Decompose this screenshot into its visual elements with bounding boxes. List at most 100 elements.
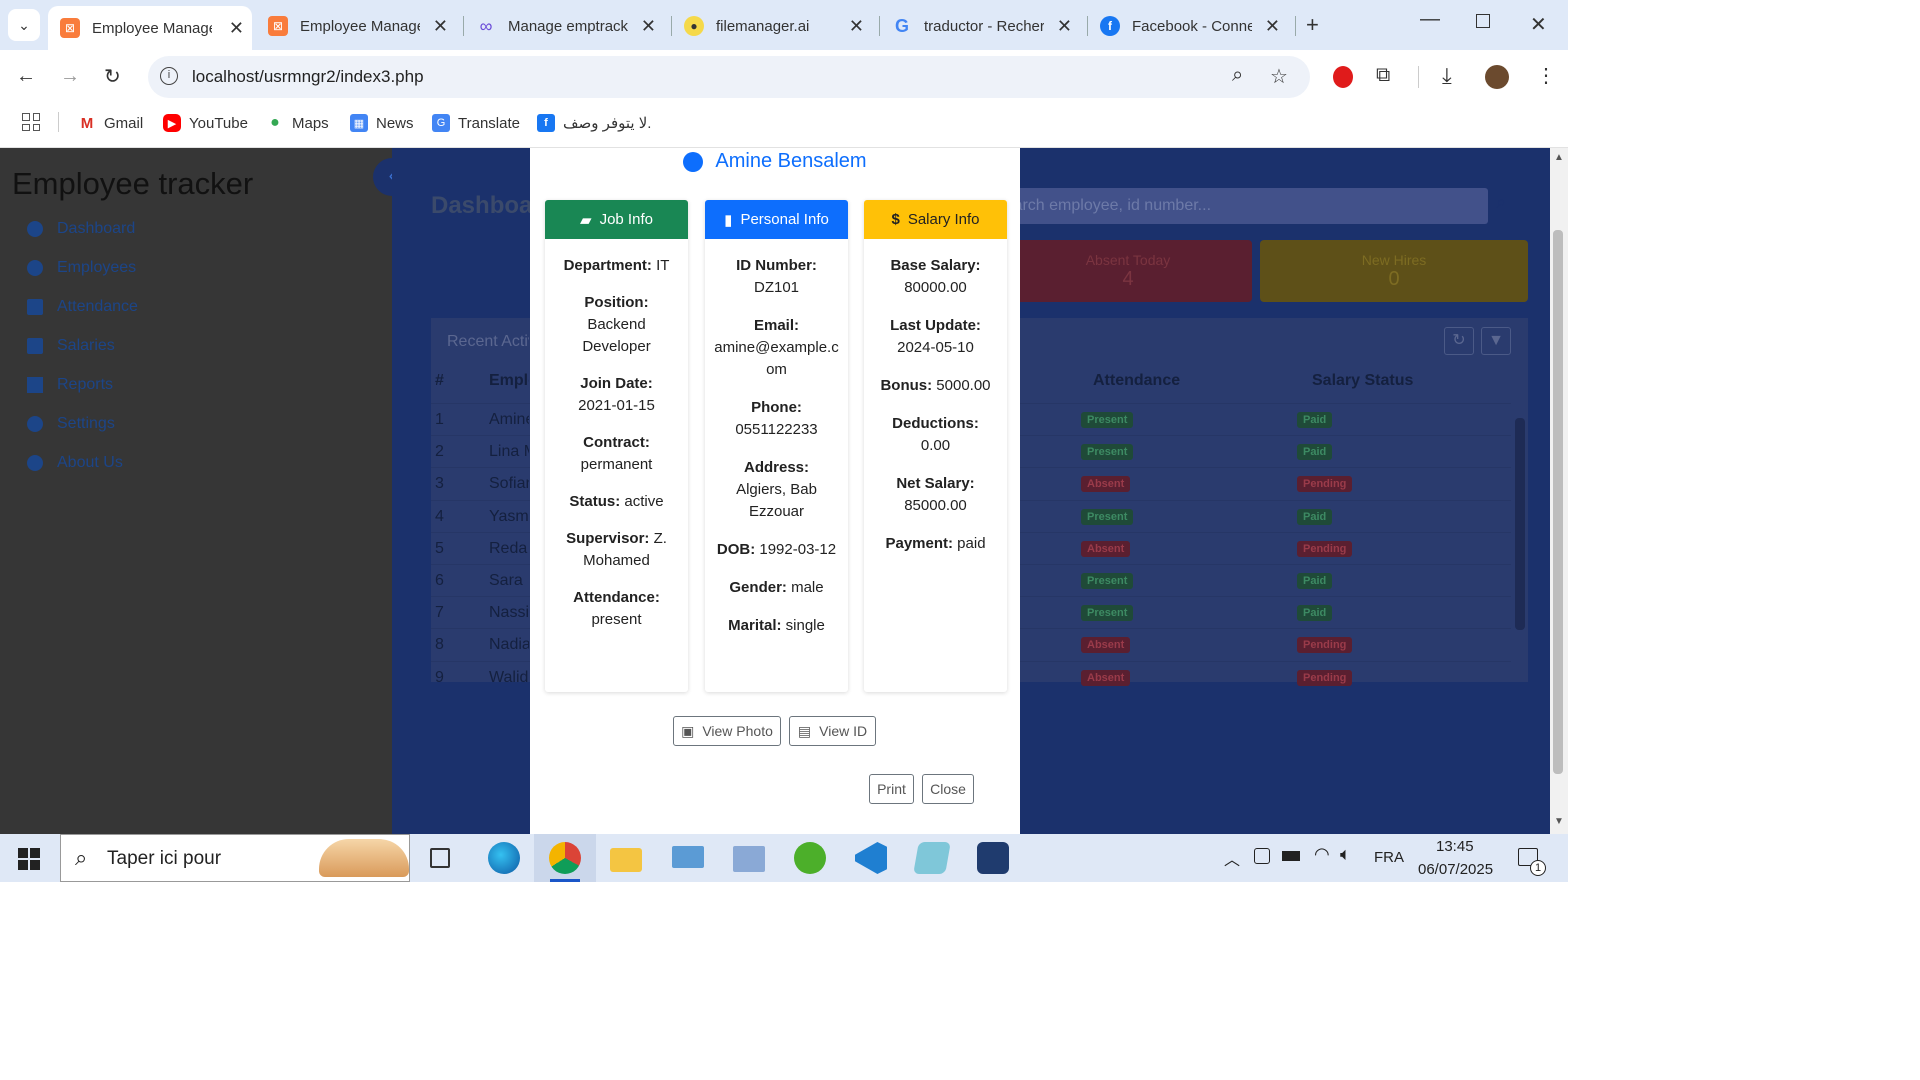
taskbar-search[interactable]: ⌕ Taper ici pour bbox=[60, 834, 410, 882]
image-icon: ▣ bbox=[681, 722, 695, 739]
new-tab-icon[interactable]: + bbox=[1306, 12, 1319, 38]
battery-icon[interactable] bbox=[1282, 851, 1300, 861]
close-button[interactable]: Close bbox=[922, 774, 974, 804]
close-tab-icon[interactable]: ✕ bbox=[849, 16, 864, 37]
row-number: 8 bbox=[435, 636, 444, 654]
close-tab-icon[interactable]: ✕ bbox=[641, 16, 656, 37]
sidebar-item-salaries[interactable]: Salaries bbox=[27, 337, 115, 355]
url-text[interactable]: localhost/usrmngr2/index3.php bbox=[192, 67, 424, 87]
clock-date[interactable]: 06/07/2025 bbox=[1418, 861, 1493, 878]
utorrent-icon[interactable] bbox=[794, 842, 826, 874]
bookmark-news[interactable]: ▦ News bbox=[350, 112, 414, 134]
windows-start-icon[interactable] bbox=[18, 848, 40, 870]
field-base-salary: Base Salary: 80000.00 bbox=[890, 257, 981, 296]
employee-details-modal: Amine Bensalem ▰ Job Info Department: IT … bbox=[530, 148, 1020, 834]
file-explorer-icon[interactable] bbox=[610, 848, 642, 872]
opera-extension-icon[interactable] bbox=[1333, 66, 1353, 88]
computer-icon[interactable] bbox=[672, 846, 704, 868]
refresh-button[interactable]: ↻ bbox=[1444, 327, 1474, 355]
sidebar: Employee tracker Dashboard Employees Att… bbox=[0, 148, 411, 834]
attendance-badge: Present bbox=[1081, 444, 1134, 461]
clock-time[interactable]: 13:45 bbox=[1436, 838, 1474, 855]
xampp-icon: ⊠ bbox=[60, 18, 80, 38]
field-phone: Phone: 0551122233 bbox=[735, 399, 818, 438]
edge-icon[interactable] bbox=[488, 842, 520, 874]
bookmark-maps[interactable]: ● Maps bbox=[266, 112, 329, 134]
reload-icon[interactable]: ↻ bbox=[104, 64, 121, 89]
sidebar-item-attendance[interactable]: Attendance bbox=[27, 298, 138, 316]
app-icon[interactable] bbox=[977, 842, 1009, 874]
row-number: 1 bbox=[435, 411, 444, 428]
sidebar-item-employees[interactable]: Employees bbox=[27, 259, 136, 277]
page-scrollbar[interactable]: ▲ ▼ bbox=[1550, 148, 1568, 834]
view-id-button[interactable]: ▤ View ID bbox=[789, 716, 876, 746]
tab-title: Employee Manager bbox=[92, 19, 212, 37]
remote-desktop-icon[interactable] bbox=[733, 846, 765, 872]
back-icon[interactable]: ← bbox=[16, 65, 36, 88]
task-view-icon[interactable] bbox=[430, 848, 450, 868]
salary-status-badge: Paid bbox=[1297, 605, 1333, 622]
address-bar[interactable]: i localhost/usrmngr2/index3.php ⌕ ☆ bbox=[148, 56, 1310, 98]
language-indicator[interactable]: FRA bbox=[1374, 849, 1404, 866]
table-scrollbar[interactable] bbox=[1515, 418, 1525, 630]
field-payment: Payment: paid bbox=[885, 535, 986, 552]
filemanager-icon: ● bbox=[684, 16, 704, 36]
row-number: 3 bbox=[435, 475, 444, 493]
volume-icon[interactable]: 🔈︎ bbox=[1340, 844, 1351, 865]
bookmark-facebook[interactable]: f لا يتوفر وصف. bbox=[537, 112, 651, 134]
restore-icon[interactable] bbox=[1476, 14, 1490, 28]
print-button[interactable]: Print bbox=[869, 774, 914, 804]
bookmark-youtube[interactable]: ▶ YouTube bbox=[163, 112, 248, 134]
search-input[interactable]: Search employee, id number... bbox=[1012, 188, 1488, 224]
star-icon[interactable]: ☆ bbox=[1270, 64, 1288, 89]
salary-info-card: $ Salary Info Base Salary: 80000.00 Last U… bbox=[864, 200, 1007, 692]
bookmark-gmail[interactable]: M Gmail bbox=[78, 112, 143, 134]
sidebar-item-dashboard[interactable]: Dashboard bbox=[27, 220, 135, 238]
sidebar-item-reports[interactable]: Reports bbox=[27, 376, 113, 394]
field-gender: Gender: male bbox=[729, 579, 824, 596]
menu-icon[interactable]: ⋮ bbox=[1536, 63, 1556, 88]
apps-icon[interactable] bbox=[22, 113, 40, 131]
close-tab-icon[interactable]: ✕ bbox=[1057, 16, 1072, 37]
zoom-icon[interactable]: ⌕ bbox=[1232, 64, 1243, 87]
filter-button[interactable]: ▼ bbox=[1481, 327, 1511, 355]
tab-3[interactable]: ● filemanager.ai ✕ bbox=[672, 8, 872, 44]
tab-2[interactable]: ∞ Manage emptracker ✕ bbox=[464, 8, 664, 44]
tab-search-button[interactable]: ⌄ bbox=[8, 9, 40, 41]
bookmark-translate[interactable]: G Translate bbox=[432, 112, 520, 134]
minimize-icon[interactable]: — bbox=[1420, 8, 1440, 31]
field-department: Department: IT bbox=[563, 257, 670, 274]
tab-title: Employee Manager bbox=[300, 17, 420, 35]
tab-0[interactable]: ⊠ Employee Manager ✕ bbox=[48, 6, 252, 50]
sidebar-item-about[interactable]: About Us bbox=[27, 454, 123, 472]
show-hidden-icons[interactable]: ︿ bbox=[1224, 846, 1240, 870]
meet-now-icon[interactable] bbox=[1254, 848, 1270, 864]
chrome-icon[interactable] bbox=[549, 842, 581, 874]
search-icon[interactable]: ⌕ bbox=[1496, 192, 1506, 213]
job-info-card: ▰ Job Info Department: IT Position: Backen… bbox=[545, 200, 688, 692]
chart-icon bbox=[27, 377, 43, 393]
field-address: Address: Algiers, Bab Ezzouar bbox=[736, 459, 817, 520]
close-window-icon[interactable]: ✕ bbox=[1530, 12, 1547, 37]
notes-app-icon[interactable] bbox=[913, 842, 951, 874]
tab-4[interactable]: G traductor - Recherche ✕ bbox=[880, 8, 1080, 44]
calendar-icon bbox=[27, 299, 43, 315]
tab-5[interactable]: f Facebook - Connexion ✕ bbox=[1088, 8, 1288, 44]
forward-icon[interactable]: → bbox=[60, 65, 80, 88]
sidebar-item-settings[interactable]: Settings bbox=[27, 415, 115, 433]
close-tab-icon[interactable]: ✕ bbox=[1265, 16, 1280, 37]
extensions-icon[interactable]: ⧉ bbox=[1376, 64, 1390, 87]
tab-1[interactable]: ⊠ Employee Manager ✕ bbox=[256, 8, 456, 44]
close-tab-icon[interactable]: ✕ bbox=[433, 16, 448, 37]
notification-count: 1 bbox=[1530, 860, 1546, 876]
download-icon[interactable]: ⤓ bbox=[1442, 63, 1452, 89]
salary-status-badge: Paid bbox=[1297, 412, 1333, 428]
site-info-icon[interactable]: i bbox=[160, 67, 178, 85]
view-photo-button[interactable]: ▣ View Photo bbox=[673, 716, 781, 746]
close-tab-icon[interactable]: ✕ bbox=[229, 18, 244, 39]
field-supervisor: Supervisor: Z. Mohamed bbox=[566, 530, 667, 569]
avatar[interactable] bbox=[1485, 65, 1509, 89]
wifi-icon[interactable]: ◠ bbox=[1314, 844, 1330, 865]
attendance-badge: Absent bbox=[1081, 637, 1131, 654]
bookmark-label: Maps bbox=[292, 114, 329, 132]
